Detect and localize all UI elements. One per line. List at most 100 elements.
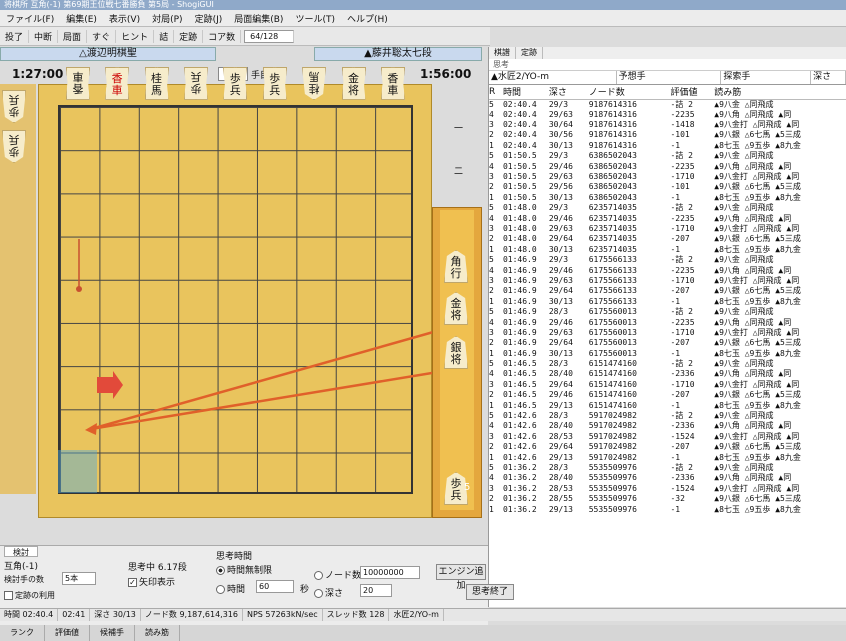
arrow-display-checkbox[interactable]: ✓ 矢印表示 — [128, 575, 175, 588]
gote-hand-pawn[interactable]: 歩兵 — [2, 90, 26, 123]
nodes-radio[interactable]: ノード数 — [314, 568, 361, 581]
analysis-table[interactable]: R 時間 深さ ノード数 評価値 読み筋 5 02:40.4 29/3 9187614… — [489, 85, 846, 515]
analysis-cell: ▲8七玉 △9五歩 ▲8九金 — [714, 504, 801, 514]
tab-evaluation[interactable]: 評価値 — [45, 625, 90, 641]
stop-thinking-button[interactable]: 思考終了 — [466, 584, 514, 600]
core-count-field[interactable]: 64/128 — [244, 29, 295, 43]
analysis-row[interactable]: 5 01:42.6 28/3 5917024982 -詰 2 ▲9八金 △同飛成 — [489, 411, 846, 421]
analysis-row[interactable]: 1 01:46.5 29/13 6151474160 -1 ▲8七玉 △9五歩 ▲8九金 — [489, 400, 846, 410]
analysis-row[interactable]: 3 01:42.6 28/53 5917024982 -1524 ▲9八金打 △同飛成 ▲… — [489, 432, 846, 442]
analysis-cell: ▲9八角 △同飛成 ▲同 — [714, 473, 792, 483]
analysis-row[interactable]: 3 01:46.9 29/63 6175560013 -1710 ▲9八金打 △同飛成 ▲… — [489, 328, 846, 338]
shogi-board[interactable]: 987654321 一二三四五六七八九 香車桂馬香車玉将桂馬銀将飛車金桂馬飛車歩… — [38, 66, 463, 518]
col-depth[interactable]: 深さ — [548, 85, 589, 100]
analysis-row[interactable]: 2 01:42.6 29/64 5917024982 -207 ▲9八銀 △6七馬 ▲5三… — [489, 442, 846, 452]
analysis-row[interactable]: 2 01:36.2 28/55 5535509976 -32 ▲9八銀 △6七馬 ▲5三成 — [489, 494, 846, 504]
analysis-row[interactable]: 4 01:46.9 29/46 6175566133 -2235 ▲9八角 △同飛成 ▲同 — [489, 265, 846, 275]
analysis-row[interactable]: 1 01:48.0 30/13 6235714035 -1 ▲8七玉 △9五歩 ▲8九金 — [489, 245, 846, 255]
col-rank[interactable]: R — [489, 85, 503, 100]
analysis-row[interactable]: 1 01:50.5 30/13 6386502043 -1 ▲8七玉 △9五歩 ▲8九金 — [489, 193, 846, 203]
depth-field[interactable]: 20 — [360, 584, 392, 597]
checkbox-box[interactable] — [4, 591, 13, 600]
add-engine-button[interactable]: エンジン追加 — [436, 564, 486, 591]
col-time[interactable]: 時間 — [502, 85, 549, 100]
analysis-row[interactable]: 3 01:50.5 29/63 6386502043 -1710 ▲9八金打 △同飛成 ▲… — [489, 172, 846, 182]
analysis-row[interactable]: 5 01:48.0 29/3 6235714035 -詰 2 ▲9八金 △同飛成 — [489, 203, 846, 213]
menu-help[interactable]: ヘルプ(H) — [341, 12, 394, 25]
tab-kifu[interactable]: 棋譜 — [489, 47, 516, 59]
col-eval[interactable]: 評価値 — [670, 85, 715, 100]
analysis-cell: 1 — [489, 452, 494, 462]
analysis-row[interactable]: 2 01:46.9 29/64 6175560013 -207 ▲9八銀 △6七馬 ▲5三… — [489, 338, 846, 348]
analysis-row[interactable]: 1 01:42.6 29/13 5917024982 -1 ▲8七玉 △9五歩 ▲8九金 — [489, 452, 846, 462]
menu-joseki[interactable]: 定跡(J) — [189, 12, 229, 25]
candidate-count-select[interactable]: 5本 — [62, 572, 96, 585]
analysis-row[interactable]: 5 01:50.5 29/3 6386502043 -詰 2 ▲9八金 △同飛成 — [489, 151, 846, 161]
analysis-cell: ▲9八角 △同飛成 ▲同 — [714, 265, 792, 275]
hint-button[interactable]: ヒント — [116, 29, 155, 43]
analysis-row[interactable]: 4 01:50.5 29/46 6386502043 -2235 ▲9八角 △同飛成 ▲同 — [489, 161, 846, 171]
analysis-row[interactable]: 2 01:48.0 29/64 6235714035 -207 ▲9八銀 △6七馬 ▲5三… — [489, 234, 846, 244]
nodes-field[interactable]: 10000000 — [360, 566, 420, 579]
analysis-row[interactable]: 2 02:40.4 30/56 9187614316 -101 ▲9八銀 △6七馬 ▲5三… — [489, 130, 846, 140]
gote-hand-pawn[interactable]: 歩兵 — [2, 130, 26, 163]
menu-game[interactable]: 対局(P) — [146, 12, 188, 25]
analysis-row[interactable]: 2 01:46.9 29/64 6175566133 -207 ▲9八銀 △6七馬 ▲5三… — [489, 286, 846, 296]
analysis-row[interactable]: 1 01:46.9 30/13 6175560013 -1 ▲8七玉 △9五歩 ▲8九金 — [489, 348, 846, 358]
analysis-row[interactable]: 3 01:46.5 29/64 6151474160 -1710 ▲9八金打 △同飛成 ▲… — [489, 380, 846, 390]
interrupt-button[interactable]: 中断 — [29, 29, 59, 43]
analysis-row[interactable]: 2 01:50.5 29/56 6386502043 -101 ▲9八銀 △6七馬 ▲5三… — [489, 182, 846, 192]
analysis-row[interactable]: 1 01:36.2 29/13 5535509976 -1 ▲8七玉 △9五歩 ▲8九金 — [489, 504, 846, 514]
col-nodes[interactable]: ノード数 — [588, 85, 671, 100]
menu-tools[interactable]: ツール(T) — [289, 12, 341, 25]
sente-hand-gold[interactable]: 金将 — [444, 292, 468, 325]
position-button[interactable]: 局面 — [58, 29, 88, 43]
analysis-row[interactable]: 5 01:46.9 28/3 6175560013 -詰 2 ▲9八金 △同飛成 — [489, 307, 846, 317]
tab-consider[interactable]: 検討 — [4, 546, 38, 557]
analysis-row[interactable]: 3 01:48.0 29/63 6235714035 -1710 ▲9八金打 △同飛成 ▲… — [489, 224, 846, 234]
tab-joseki[interactable]: 定跡 — [516, 47, 543, 59]
radio-off-icon[interactable] — [314, 571, 323, 580]
depth-radio[interactable]: 深さ — [314, 586, 343, 599]
menu-file[interactable]: ファイル(F) — [0, 12, 60, 25]
analysis-row[interactable]: 2 01:46.5 29/46 6151474160 -207 ▲9八銀 △6七馬 ▲5三… — [489, 390, 846, 400]
radio-off-icon[interactable] — [216, 585, 225, 594]
analysis-row[interactable]: 1 01:46.9 30/13 6175566133 -1 ▲8七玉 △9五歩 ▲8九金 — [489, 297, 846, 307]
sente-hand-bishop[interactable]: 角行 — [444, 250, 468, 283]
menu-view[interactable]: 表示(V) — [103, 12, 146, 25]
analysis-cell: ▲9八銀 △6七馬 ▲5三成 — [714, 182, 801, 192]
analysis-row[interactable]: 5 01:36.2 28/3 5535509976 -詰 2 ▲9八金 △同飛成 — [489, 463, 846, 473]
analysis-row[interactable]: 4 01:36.2 28/40 5535509976 -2336 ▲9八角 △同飛成 ▲同 — [489, 473, 846, 483]
analysis-row[interactable]: 1 02:40.4 30/13 9187614316 -1 ▲8七玉 △9五歩 ▲8九金 — [489, 141, 846, 151]
time-radio[interactable]: 時間 — [216, 582, 245, 595]
checkmark-icon[interactable]: ✓ — [128, 578, 137, 587]
tab-rank[interactable]: ランク — [0, 625, 45, 641]
analysis-row[interactable]: 4 01:46.5 28/40 6151474160 -2336 ▲9八角 △同飛成 ▲同 — [489, 369, 846, 379]
analysis-row[interactable]: 4 02:40.4 29/63 9187614316 -2235 ▲9八角 △同飛成 ▲同 — [489, 110, 846, 120]
joseki-button[interactable]: 定跡 — [174, 29, 204, 43]
analysis-row[interactable]: 4 01:42.6 28/40 5917024982 -2336 ▲9八角 △同飛成 ▲同 — [489, 421, 846, 431]
radio-on-icon[interactable] — [216, 566, 225, 575]
analysis-row[interactable]: 4 01:48.0 29/46 6235714035 -2235 ▲9八角 △同飛成 ▲同 — [489, 213, 846, 223]
mate-button[interactable]: 詰 — [154, 29, 175, 43]
tab-candidates[interactable]: 候補手 — [90, 625, 135, 641]
analysis-row[interactable]: 5 01:46.9 29/3 6175566133 -詰 2 ▲9八金 △同飛成 — [489, 255, 846, 265]
tab-pv[interactable]: 読み筋 — [135, 625, 180, 641]
use-joseki-checkbox[interactable]: 定跡の利用 — [4, 590, 55, 601]
analysis-row[interactable]: 4 01:46.9 29/46 6175560013 -2235 ▲9八角 △同飛成 ▲同 — [489, 317, 846, 327]
analysis-row[interactable]: 3 01:46.9 29/63 6175566133 -1710 ▲9八金打 △同飛成 ▲… — [489, 276, 846, 286]
unlimited-radio[interactable]: 時間無制限 — [216, 563, 272, 576]
analysis-row[interactable]: 5 02:40.4 29/3 9187614316 -詰 2 ▲9八金 △同飛成 — [489, 99, 846, 110]
sente-hand-silver[interactable]: 銀将 — [444, 336, 468, 369]
analysis-row[interactable]: 3 02:40.4 30/64 9187614316 -1418 ▲9八金打 △同飛成 ▲… — [489, 120, 846, 130]
menu-position-edit[interactable]: 局面編集(B) — [228, 12, 289, 25]
resign-button[interactable]: 投了 — [0, 29, 30, 43]
menu-edit[interactable]: 編集(E) — [60, 12, 103, 25]
analysis-row[interactable]: 3 01:36.2 28/53 5535509976 -1524 ▲9八金打 △同飛成 ▲… — [489, 484, 846, 494]
radio-off-icon[interactable] — [314, 589, 323, 598]
time-seconds-field[interactable]: 60 — [256, 580, 294, 593]
analysis-cell: 01:48.0 — [502, 203, 537, 213]
analysis-row[interactable]: 5 01:46.5 28/3 6151474160 -詰 2 ▲9八金 △同飛成 — [489, 359, 846, 369]
immediate-button[interactable]: すぐ — [87, 29, 117, 43]
col-pv[interactable]: 読み筋 — [714, 85, 846, 100]
